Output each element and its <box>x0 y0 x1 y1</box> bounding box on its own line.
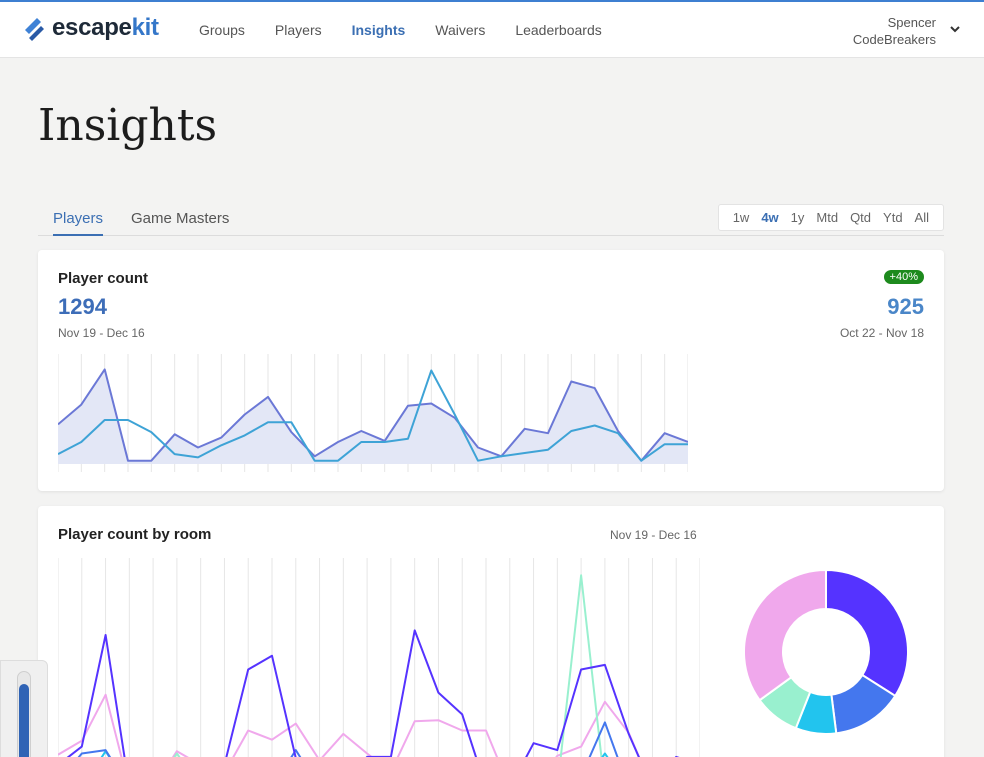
range-ytd[interactable]: Ytd <box>883 210 903 225</box>
brand-name: escapekit <box>52 14 159 41</box>
range-1w[interactable]: 1w <box>733 210 750 225</box>
top-navigation: escapekit Groups Players Insights Waiver… <box>0 0 984 58</box>
donut-slice-5[interactable] <box>743 569 827 702</box>
room-series-line-1 <box>66 629 680 757</box>
range-qtd[interactable]: Qtd <box>850 210 871 225</box>
slider-fill <box>19 683 29 757</box>
date-range: Nov 19 - Dec 16 <box>610 528 697 542</box>
previous-player-count: 925 <box>887 294 924 319</box>
room-series-line-2 <box>77 721 619 757</box>
nav-item-leaderboards[interactable]: Leaderboards <box>515 22 601 38</box>
rooms-donut-chart <box>743 569 909 735</box>
player-count-by-room-card: Player count by room Nov 19 - Dec 16 <box>38 506 944 757</box>
range-all[interactable]: All <box>915 210 929 225</box>
tab-players[interactable]: Players <box>53 210 104 236</box>
range-4w[interactable]: 4w <box>761 210 778 225</box>
change-badge: +40% <box>883 270 924 284</box>
range-mtd[interactable]: Mtd <box>816 210 838 225</box>
user-org: CodeBreakers <box>852 32 936 47</box>
tab-game-masters[interactable]: Game Masters <box>131 210 229 234</box>
logo-icon <box>25 18 44 41</box>
chevron-down-icon[interactable] <box>948 23 962 35</box>
player-count-chart <box>58 354 688 472</box>
date-range-selector: 1w 4w 1y Mtd Qtd Ytd All <box>717 204 944 231</box>
current-series-area <box>58 369 688 464</box>
range-1y[interactable]: 1y <box>791 210 805 225</box>
current-player-count: 1294 <box>58 294 107 319</box>
card-title: Player count by room <box>58 526 212 543</box>
main-menu: Groups Players Insights Waivers Leaderbo… <box>184 22 617 38</box>
user-menu[interactable]: Spencer CodeBreakers <box>853 14 936 48</box>
brand-logo[interactable]: escapekit <box>22 14 159 42</box>
nav-item-players[interactable]: Players <box>275 22 322 38</box>
rooms-line-chart <box>58 558 700 757</box>
current-date-range: Nov 19 - Dec 16 <box>58 326 145 340</box>
side-widget <box>0 660 48 757</box>
nav-item-groups[interactable]: Groups <box>199 22 245 38</box>
insights-tabs: Players Game Masters 1w 4w 1y Mtd Qtd Yt… <box>38 200 944 236</box>
nav-item-waivers[interactable]: Waivers <box>435 22 485 38</box>
vertical-slider[interactable] <box>17 671 31 757</box>
nav-item-insights[interactable]: Insights <box>352 22 406 38</box>
player-count-card: Player count +40% 1294 925 Nov 19 - Dec … <box>38 250 944 491</box>
card-title: Player count <box>58 270 149 287</box>
user-name: Spencer <box>887 15 936 30</box>
page-title: Insights <box>38 100 218 151</box>
previous-date-range: Oct 22 - Nov 18 <box>839 326 924 340</box>
